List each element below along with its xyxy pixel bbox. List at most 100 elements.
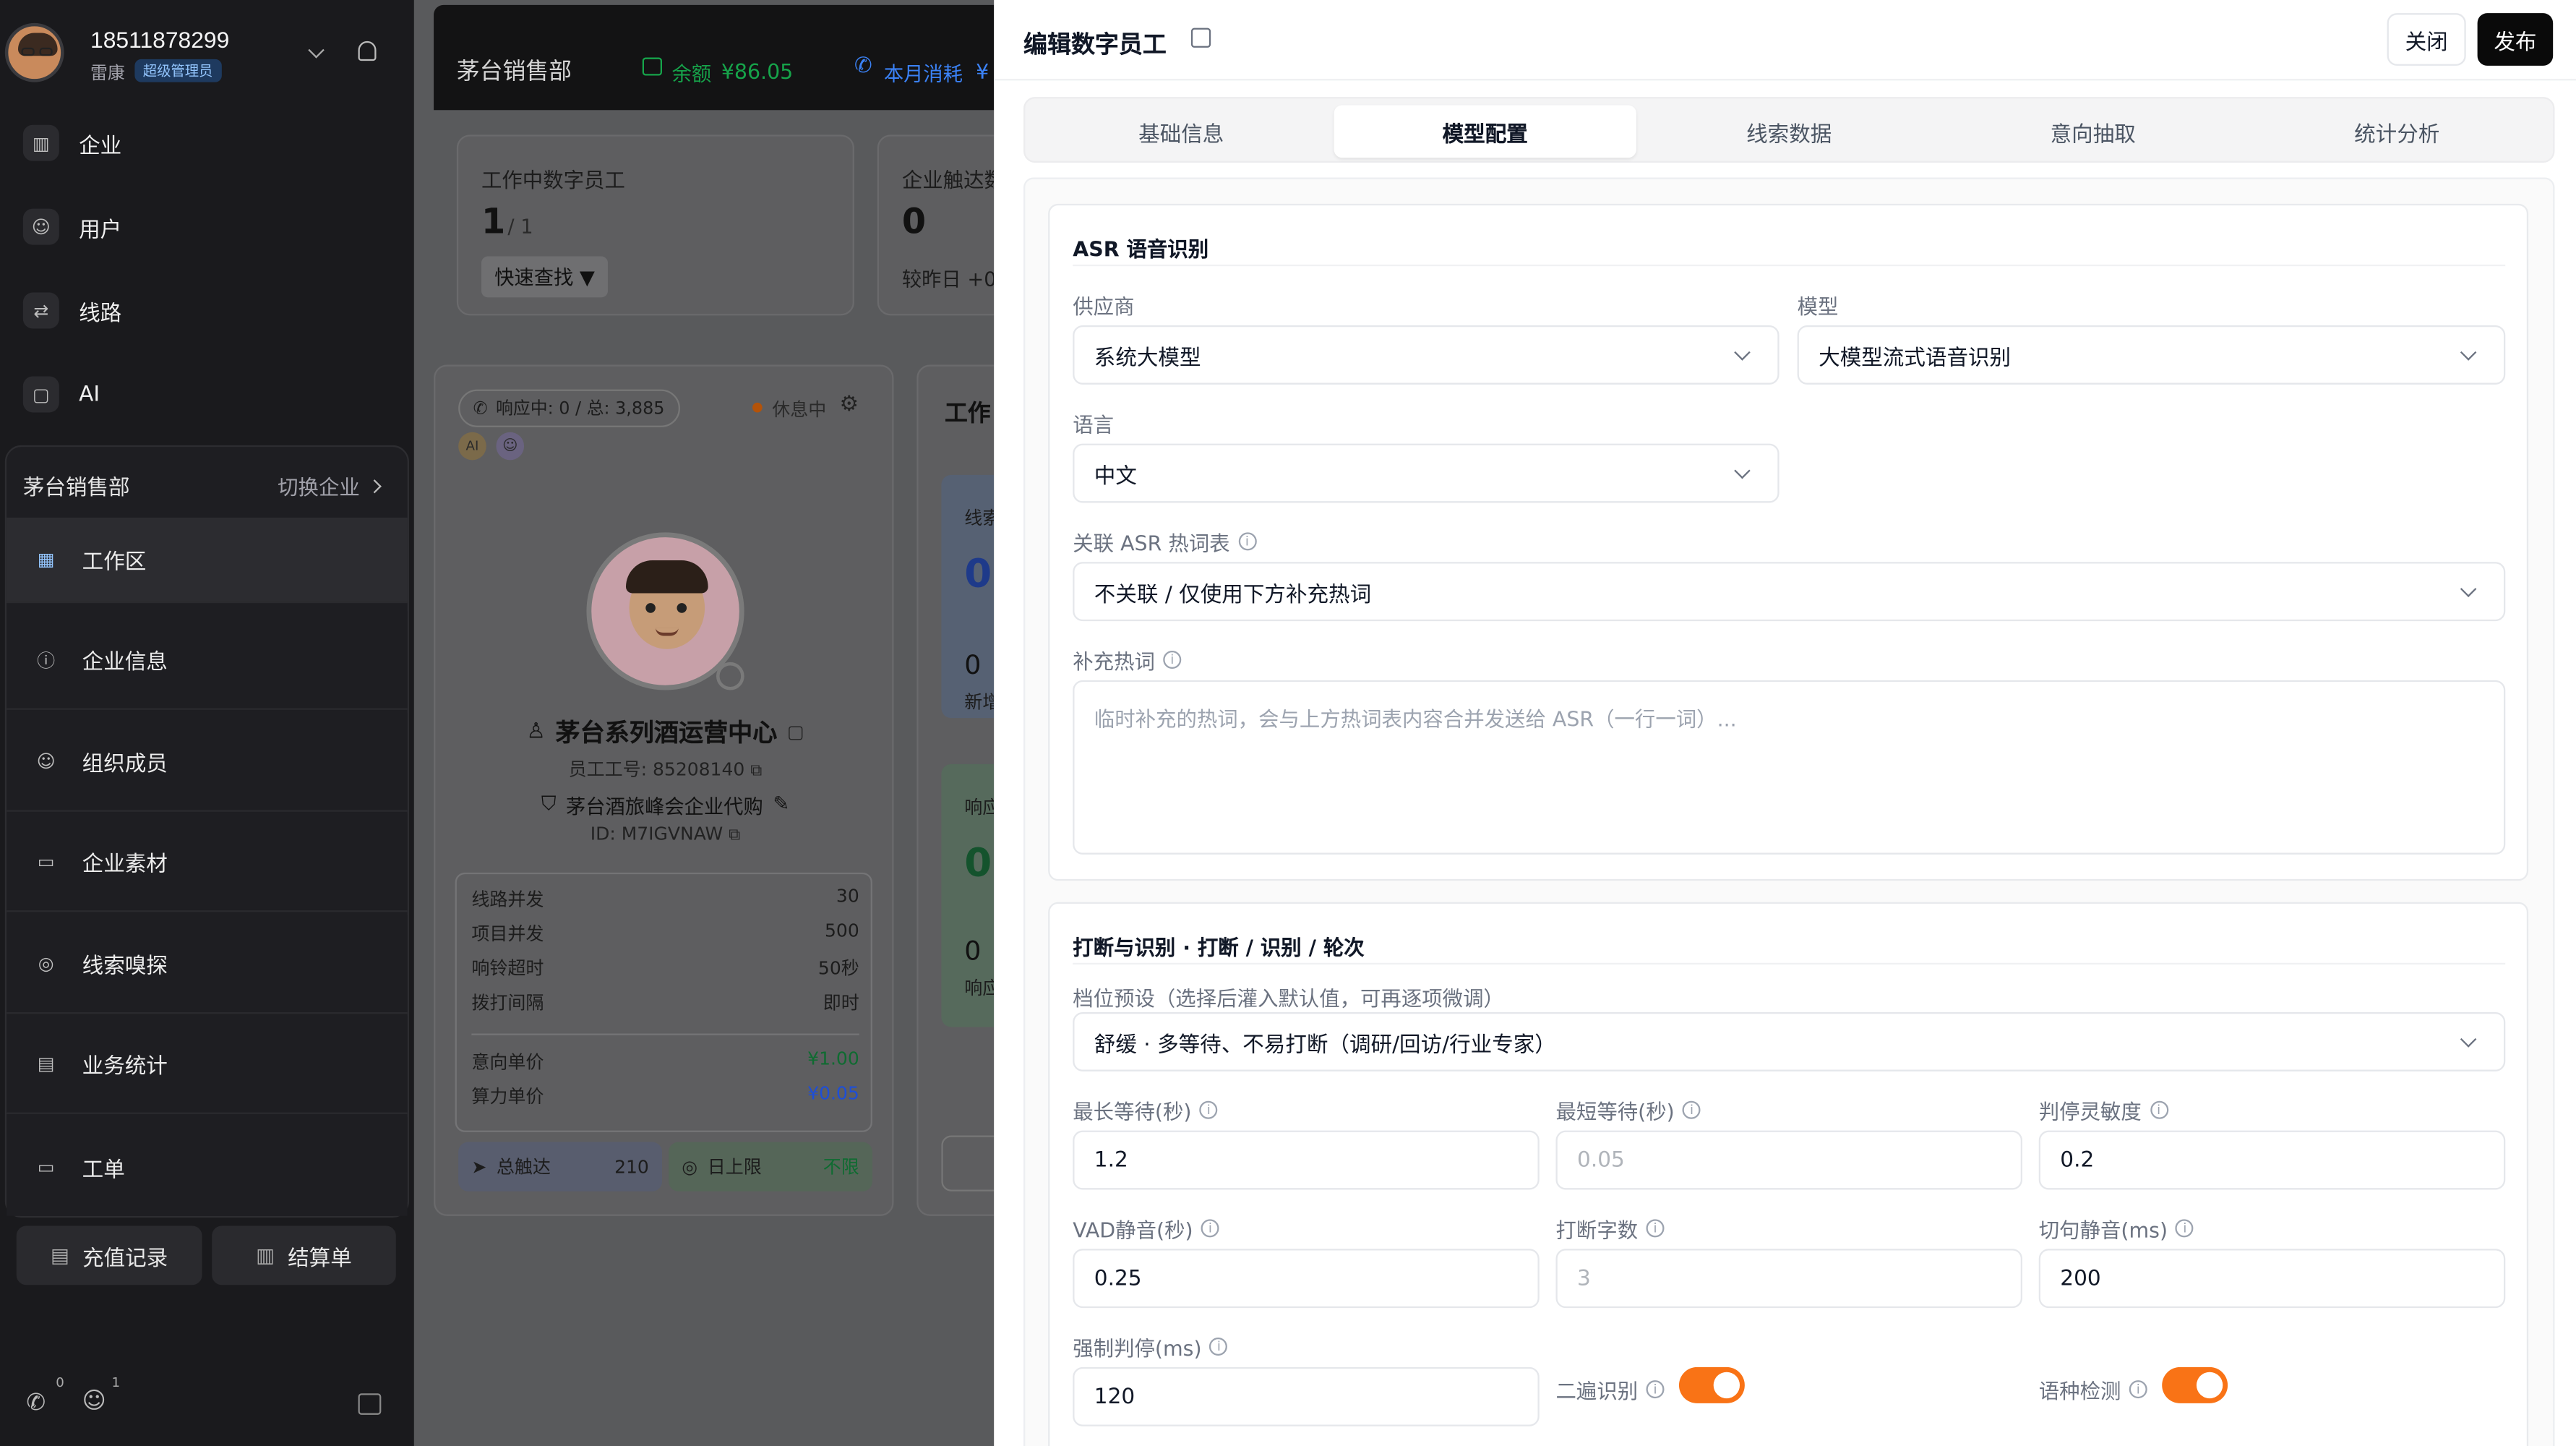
metric-value: 50秒 (817, 958, 859, 980)
switch-company-link[interactable]: 切换企业 (278, 470, 382, 501)
copy-icon[interactable]: ⧉ (729, 826, 740, 844)
edit-pencil-icon[interactable]: ✎ (773, 792, 789, 820)
work-title: 工作 (944, 401, 991, 427)
send-icon: ➤ (471, 1155, 487, 1178)
info-icon[interactable]: i (2176, 1219, 2194, 1238)
info-icon[interactable]: i (1201, 1219, 1219, 1238)
response-text: 响应中: 0 / 总: 3,885 (496, 399, 665, 419)
model-select[interactable]: 大模型流式语音识别 (1797, 325, 2506, 385)
month-cost-label: 本月消耗 (883, 62, 963, 86)
metric-label: 线路并发 (471, 889, 544, 911)
extra-hotwords-textarea[interactable]: 临时补充的热词，会与上方热词表内容合并发送给 ASR（一行一词）... (1073, 680, 2506, 855)
tab-intent-extraction[interactable]: 意向抽取 (1942, 105, 2244, 158)
person-icon: ☺ (496, 432, 525, 461)
hotword-table-select[interactable]: 不关联 / 仅使用下方补充热词 (1073, 562, 2506, 622)
hotword-select-value: 不关联 / 仅使用下方补充热词 (1094, 582, 1372, 607)
language-detect-label: 语种检测 i (2039, 1374, 2147, 1405)
settlement-button[interactable]: ▥ 结算单 (212, 1225, 396, 1285)
accessibility-icon: ♙ (526, 719, 546, 745)
info-icon[interactable]: i (1646, 1219, 1665, 1238)
info-icon[interactable]: i (2129, 1380, 2147, 1399)
stat-sub: 较昨日 +0 (901, 268, 995, 291)
external-link-icon[interactable] (1190, 27, 1211, 48)
sidebar-item-ai[interactable]: ▢ AI (22, 376, 100, 413)
sidebar-item-workspace[interactable]: ▦ 工作区 (7, 517, 408, 604)
stat-title: 工作中数字员工 (481, 167, 625, 192)
sidebar-item-lead-sniffing[interactable]: ◎ 线索嗅探 (7, 915, 408, 1014)
close-button[interactable]: 关闭 (2387, 13, 2466, 66)
info-icon[interactable]: i (2150, 1100, 2168, 1119)
publish-button[interactable]: 发布 (2477, 13, 2554, 66)
bell-icon[interactable] (358, 40, 377, 61)
settlement-label: 结算单 (288, 1246, 352, 1271)
agent-name-row: ♙ 茅台系列酒运营中心 ▢ (435, 715, 895, 750)
interrupt-chars-input[interactable]: 3 (1555, 1249, 2023, 1309)
avatar[interactable] (4, 22, 64, 82)
stop-sensitivity-input[interactable]: 0.2 (2038, 1130, 2506, 1190)
sidebar-item-users[interactable]: ☺ 用户 (22, 208, 121, 245)
members-icon: ☺ (36, 750, 56, 773)
price-label: 意向单价 (471, 1051, 544, 1074)
collapse-sidebar-icon[interactable] (358, 1393, 382, 1415)
phone-icon[interactable]: ✆ (26, 1390, 46, 1416)
tab-lead-data[interactable]: 线索数据 (1638, 105, 1940, 158)
max-wait-input[interactable]: 1.2 (1073, 1130, 1540, 1190)
vendor-label-text: 供应商 (1073, 294, 1135, 319)
sidebar-item-enterprise[interactable]: ▥ 企业 (22, 124, 121, 161)
info-icon[interactable]: i (1199, 1100, 1218, 1119)
toggle-label-text: 语种检测 (2038, 1378, 2121, 1403)
mini-value: 0 (964, 839, 992, 886)
tab-basic-info[interactable]: 基础信息 (1031, 105, 1331, 158)
sidebar-item-statistics[interactable]: ▤ 业务统计 (7, 1015, 408, 1114)
sidebar-item-materials[interactable]: ▭ 企业素材 (7, 813, 408, 912)
section-divider (1073, 264, 2506, 267)
field-label-text: 最长等待(秒) (1073, 1099, 1192, 1124)
phone-badge: 0 (56, 1375, 64, 1390)
bar-chart-icon: ▤ (37, 1053, 55, 1075)
sidebar-item-label: 工作区 (82, 550, 147, 576)
info-icon[interactable]: i (1237, 532, 1256, 551)
sidebar-item-label: 业务统计 (82, 1055, 168, 1080)
people-icon[interactable]: ☺ (82, 1388, 106, 1414)
metric-row: 响铃超时 50秒 (471, 954, 859, 989)
preset-label-text: 档位预设（选择后灌入默认值，可再逐项微调） (1073, 985, 1504, 1011)
message-icon[interactable]: ▢ (787, 722, 804, 743)
rest-status: 休息中 (772, 399, 827, 421)
drawer-header-divider (994, 79, 2576, 81)
user-name: 雷康 (90, 64, 125, 84)
sidebar-item-label: 企业信息 (82, 651, 168, 676)
recharge-records-button[interactable]: ▤ 充值记录 (16, 1225, 202, 1285)
invoice-icon: ▥ (256, 1244, 275, 1267)
tab-model-config[interactable]: 模型配置 (1334, 105, 1636, 158)
split-silence-input[interactable]: 200 (2038, 1249, 2506, 1309)
sidebar-item-company-info[interactable]: ⓘ 企业信息 (7, 611, 408, 710)
main-overlay-area: 茅台销售部 余额 ¥86.05 ✆ 本月消耗 ¥ 工作中数字员工 1 / 1 快… (413, 0, 995, 1446)
tab-statistics[interactable]: 统计分析 (2246, 105, 2548, 158)
vad-silence-input[interactable]: 0.25 (1073, 1249, 1540, 1309)
employee-id: 员工工号: 85208140 ⧉ (435, 756, 895, 782)
language-detect-toggle[interactable] (2162, 1366, 2228, 1403)
info-icon[interactable]: i (1163, 651, 1182, 669)
price-row: 算力单价 ¥0.05 (471, 1083, 859, 1118)
sidebar-item-members[interactable]: ☺ 组织成员 (7, 713, 408, 812)
stat-title: 企业触达数 (901, 167, 994, 192)
force-stop-input[interactable]: 120 (1073, 1366, 1540, 1426)
account-menu-chevron-icon[interactable] (308, 42, 325, 59)
language-select[interactable]: 中文 (1073, 443, 1779, 503)
vendor-select[interactable]: 系统大模型 (1073, 325, 1779, 385)
info-icon[interactable]: i (1646, 1380, 1665, 1399)
info-icon[interactable]: i (1683, 1100, 1701, 1119)
min-wait-input[interactable]: 0.05 (1555, 1130, 2023, 1190)
metric-row: 项目并发 500 (471, 920, 859, 955)
second-pass-toggle[interactable] (1678, 1366, 1745, 1403)
sidebar-item-routes[interactable]: ⇄ 线路 (22, 292, 121, 329)
quick-find-button[interactable]: 快速查找 ▼ (481, 256, 609, 298)
sidebar-item-label: AI (79, 382, 100, 407)
stat-value: 1 (481, 202, 506, 242)
info-icon[interactable]: i (1209, 1338, 1228, 1356)
preset-select[interactable]: 舒缓 · 多等待、不易打断（调研/回访/行业专家） (1073, 1012, 2506, 1071)
interrupt-chars-label: 打断字数 i (1555, 1212, 1665, 1244)
sidebar-item-tickets[interactable]: ▭ 工单 (7, 1117, 408, 1216)
copy-icon[interactable]: ⧉ (750, 763, 762, 781)
settings-gear-icon[interactable]: ⚙ (839, 393, 858, 417)
